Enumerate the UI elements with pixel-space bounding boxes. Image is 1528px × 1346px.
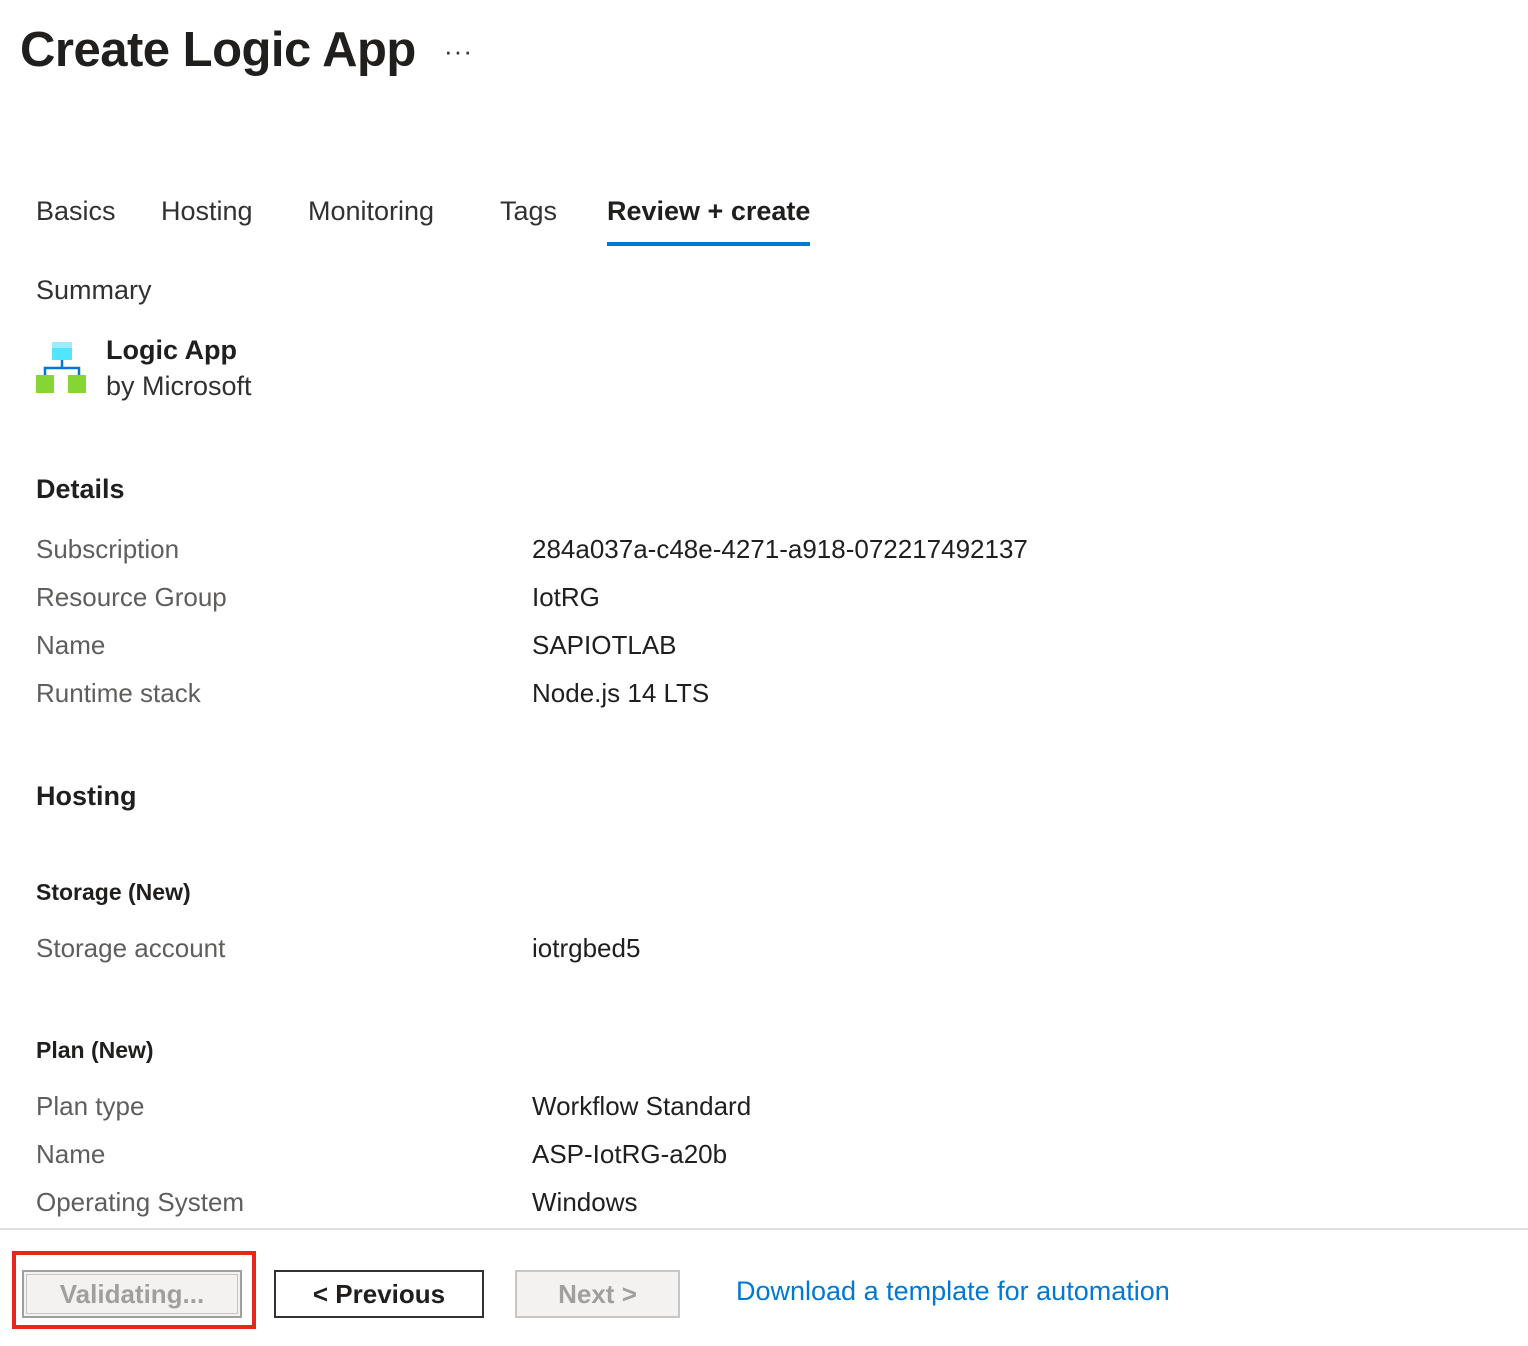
tab-hosting[interactable]: Hosting bbox=[161, 196, 253, 246]
detail-row-subscription: Subscription 284a037a-c48e-4271-a918-072… bbox=[36, 534, 1436, 570]
row-label: Runtime stack bbox=[36, 678, 201, 708]
tab-monitoring[interactable]: Monitoring bbox=[308, 196, 434, 246]
row-label: Resource Group bbox=[36, 582, 227, 612]
detail-row-runtime-stack: Runtime stack Node.js 14 LTS bbox=[36, 678, 1436, 714]
row-label: Subscription bbox=[36, 534, 180, 564]
row-label: Storage account bbox=[36, 933, 226, 963]
previous-button[interactable]: < Previous bbox=[274, 1270, 484, 1318]
tab-tags[interactable]: Tags bbox=[500, 196, 557, 246]
row-value: 284a037a-c48e-4271-a918-072217492137 bbox=[532, 534, 1028, 564]
more-options-icon[interactable]: ··· bbox=[444, 36, 473, 67]
next-button[interactable]: Next > bbox=[515, 1270, 680, 1318]
product-name: Logic App bbox=[106, 335, 237, 365]
logic-app-icon bbox=[36, 342, 86, 393]
validating-button[interactable]: Validating... bbox=[22, 1270, 242, 1318]
detail-row-operating-system: Operating System Windows bbox=[36, 1187, 1436, 1223]
details-heading: Details bbox=[36, 474, 125, 504]
detail-row-name: Name SAPIOTLAB bbox=[36, 630, 1436, 666]
row-value: Workflow Standard bbox=[532, 1091, 752, 1121]
tab-basics[interactable]: Basics bbox=[36, 196, 116, 246]
storage-heading: Storage (New) bbox=[36, 879, 191, 905]
row-value: iotrgbed5 bbox=[532, 933, 641, 963]
row-value: IotRG bbox=[532, 582, 600, 612]
row-value: ASP-IotRG-a20b bbox=[532, 1139, 728, 1169]
row-value: Windows bbox=[532, 1187, 638, 1217]
detail-row-plan-name: Name ASP-IotRG-a20b bbox=[36, 1139, 1436, 1175]
row-label: Name bbox=[36, 630, 106, 660]
row-value: Node.js 14 LTS bbox=[532, 678, 710, 708]
row-label: Operating System bbox=[36, 1187, 245, 1217]
download-template-link[interactable]: Download a template for automation bbox=[736, 1276, 1170, 1307]
hosting-heading: Hosting bbox=[36, 781, 137, 811]
row-label: Name bbox=[36, 1139, 106, 1169]
tab-review-create[interactable]: Review + create bbox=[607, 196, 811, 246]
plan-heading: Plan (New) bbox=[36, 1037, 154, 1063]
product-publisher: by Microsoft bbox=[106, 371, 252, 401]
row-label: Plan type bbox=[36, 1091, 145, 1121]
row-value: SAPIOTLAB bbox=[532, 630, 677, 660]
detail-row-plan-type: Plan type Workflow Standard bbox=[36, 1091, 1436, 1127]
tab-bar: Basics Hosting Monitoring Tags Review + … bbox=[36, 196, 936, 250]
detail-row-resource-group: Resource Group IotRG bbox=[36, 582, 1436, 618]
summary-heading: Summary bbox=[36, 275, 152, 305]
footer-divider bbox=[0, 1228, 1528, 1230]
detail-row-storage-account: Storage account iotrgbed5 bbox=[36, 933, 1436, 969]
page-title: Create Logic App bbox=[20, 23, 416, 77]
